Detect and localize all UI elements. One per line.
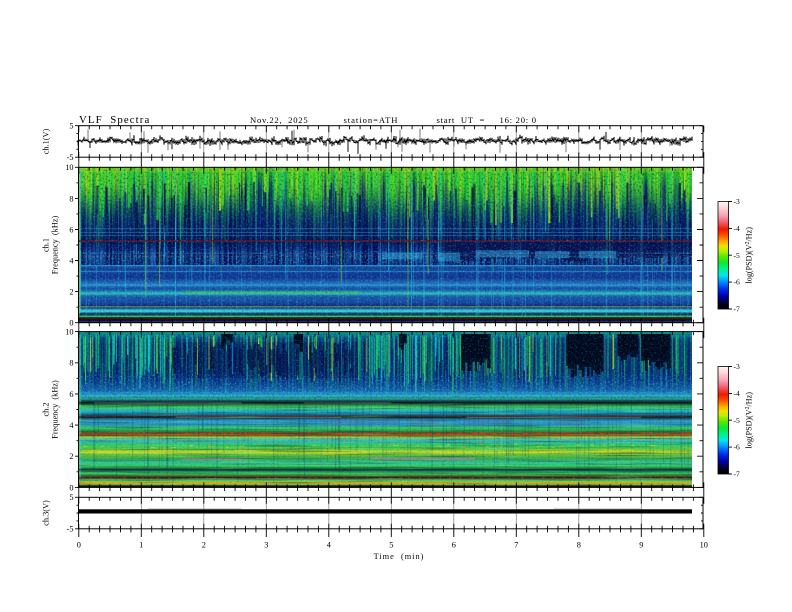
svg-text:10: 10	[700, 541, 708, 550]
svg-text:Frequency (kHz): Frequency (kHz)	[51, 216, 60, 275]
svg-text:Time (min): Time (min)	[374, 552, 425, 561]
svg-text:2: 2	[202, 541, 206, 550]
svg-text:8: 8	[69, 194, 73, 203]
svg-text:-5: -5	[734, 416, 741, 425]
svg-text:0: 0	[77, 541, 81, 550]
svg-text:-5: -5	[67, 153, 74, 162]
svg-text:log(PSD)(V2/Hz): log(PSD)(V2/Hz)	[745, 392, 754, 449]
svg-text:5: 5	[69, 493, 73, 502]
svg-text:9: 9	[639, 541, 643, 550]
svg-text:10: 10	[65, 328, 73, 337]
svg-text:10: 10	[65, 163, 73, 172]
svg-text:Frequency (kHz): Frequency (kHz)	[51, 380, 60, 439]
svg-text:Nov.22, 2025: Nov.22, 2025	[250, 115, 308, 125]
svg-text:ch.1: ch.1	[42, 238, 51, 252]
svg-text:ch.2: ch.2	[42, 402, 51, 416]
svg-text:ch.3(V): ch.3(V)	[42, 500, 51, 526]
svg-text:-3: -3	[734, 197, 741, 206]
svg-text:8: 8	[69, 359, 73, 368]
svg-text:0: 0	[69, 483, 73, 492]
svg-text:-5: -5	[67, 525, 74, 534]
svg-text:0: 0	[69, 319, 73, 328]
svg-text:-4: -4	[734, 389, 741, 398]
svg-text:-5: -5	[734, 251, 741, 260]
svg-text:1: 1	[139, 541, 143, 550]
svg-text:-4: -4	[734, 224, 741, 233]
svg-text:start UT = 16: 20: 0: start UT = 16: 20: 0	[437, 115, 537, 125]
svg-text:-7: -7	[734, 470, 741, 479]
svg-text:6: 6	[69, 390, 73, 399]
svg-text:6: 6	[69, 225, 73, 234]
svg-text:5: 5	[69, 122, 73, 131]
svg-text:8: 8	[577, 541, 581, 550]
svg-text:-6: -6	[734, 443, 741, 452]
svg-text:log(PSD)(V2/Hz): log(PSD)(V2/Hz)	[745, 227, 754, 284]
svg-text:-7: -7	[734, 305, 741, 314]
svg-text:6: 6	[452, 541, 456, 550]
svg-text:-6: -6	[734, 278, 741, 287]
svg-text:2: 2	[69, 288, 73, 297]
svg-text:VLF Spectra: VLF Spectra	[79, 114, 150, 126]
svg-text:2: 2	[69, 452, 73, 461]
svg-text:-3: -3	[734, 362, 741, 371]
svg-text:7: 7	[514, 541, 518, 550]
svg-text:5: 5	[389, 541, 393, 550]
svg-text:station=ATH: station=ATH	[344, 115, 399, 125]
svg-text:3: 3	[264, 541, 268, 550]
svg-text:ch.1(V): ch.1(V)	[42, 128, 51, 154]
